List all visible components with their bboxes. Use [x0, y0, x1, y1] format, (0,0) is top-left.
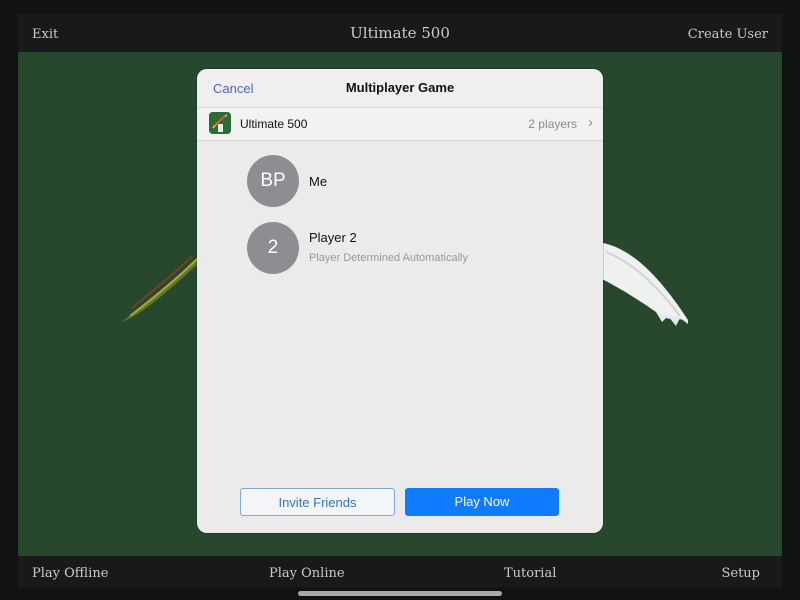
play-now-button[interactable]: Play Now: [405, 488, 559, 516]
player-row: BP Me: [247, 155, 587, 209]
player-name: Player 2: [309, 230, 357, 245]
dialog-title: Multiplayer Game: [345, 80, 455, 95]
avatar: 2: [247, 222, 299, 274]
bird-wing-left-image: [122, 250, 206, 322]
app-icon: [209, 112, 231, 134]
play-online-button[interactable]: Play Online: [269, 566, 345, 581]
app-title: Ultimate 500: [350, 24, 450, 42]
setup-button[interactable]: Setup: [721, 566, 760, 581]
player-row: 2 Player 2 Player Determined Automatical…: [247, 222, 587, 276]
player-subtitle: Player Determined Automatically: [309, 252, 468, 264]
play-offline-button[interactable]: Play Offline: [32, 566, 108, 581]
invite-friends-button[interactable]: Invite Friends: [240, 488, 395, 516]
avatar: BP: [247, 155, 299, 207]
multiplayer-dialog: Cancel Multiplayer Game Ultimate 500 2 p…: [197, 69, 603, 533]
top-bar: Exit Ultimate 500 Create User: [18, 14, 782, 52]
player-count: 2 players: [528, 117, 577, 131]
chevron-right-icon: ›: [588, 114, 593, 131]
game-name: Ultimate 500: [240, 117, 308, 131]
bottom-bar: Play Offline Play Online Tutorial Setup: [18, 556, 782, 588]
player-name: Me: [309, 174, 328, 189]
bird-wing-right-image: [598, 242, 688, 326]
home-indicator[interactable]: [298, 591, 502, 596]
tutorial-button[interactable]: Tutorial: [504, 566, 556, 581]
game-selector-row[interactable]: Ultimate 500 2 players ›: [197, 108, 603, 141]
create-user-button[interactable]: Create User: [688, 27, 768, 42]
dialog-header: Cancel Multiplayer Game: [197, 69, 603, 108]
